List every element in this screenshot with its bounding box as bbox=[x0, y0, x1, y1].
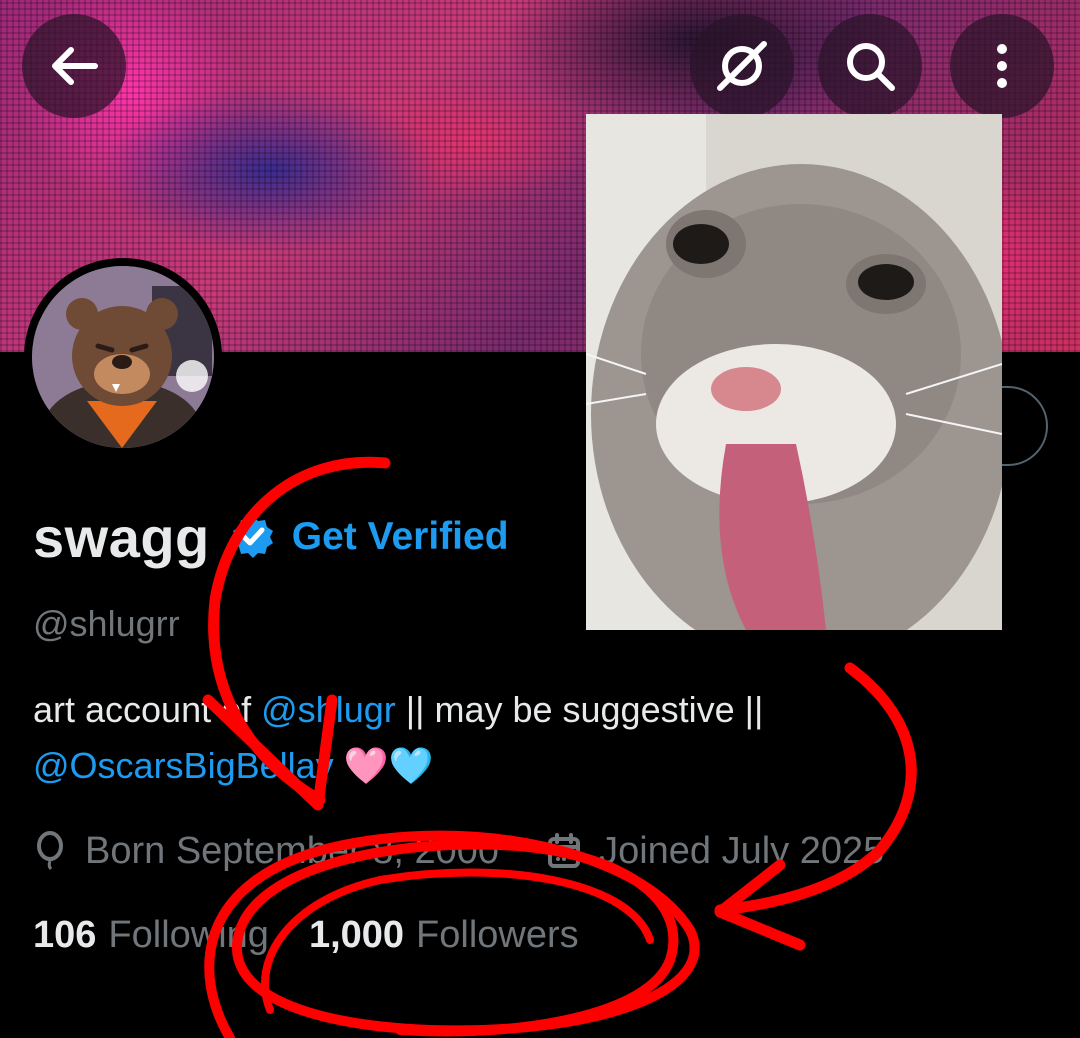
avatar-image bbox=[32, 266, 214, 448]
name-row: swagg Get Verified bbox=[33, 502, 509, 572]
profile-meta: Born September 8, 2000 Joined July 2025 bbox=[33, 826, 884, 876]
calendar-icon bbox=[548, 833, 581, 868]
avatar[interactable] bbox=[24, 258, 222, 456]
following-label: Following bbox=[108, 913, 269, 956]
followers-link[interactable]: 1,000 Followers bbox=[309, 914, 579, 957]
follow-counts: 106 Following 1,000 Followers bbox=[33, 910, 579, 960]
followers-count: 1,000 bbox=[308, 913, 405, 956]
more-icon bbox=[997, 44, 1007, 88]
joined-date: Joined July 2025 bbox=[547, 830, 884, 873]
bio-text: || may be suggestive || bbox=[395, 689, 764, 730]
joined-text: Joined July 2025 bbox=[599, 829, 885, 872]
grok-button[interactable] bbox=[690, 14, 794, 118]
following-link[interactable]: 106 Following bbox=[33, 914, 269, 957]
bio-text: art account of bbox=[33, 689, 262, 730]
cat-photo-overlay bbox=[586, 114, 1002, 630]
handle: @shlugrr bbox=[33, 603, 180, 644]
following-count: 106 bbox=[33, 913, 97, 956]
search-button[interactable] bbox=[818, 14, 922, 118]
search-icon bbox=[847, 43, 895, 91]
more-button[interactable] bbox=[950, 14, 1054, 118]
back-button[interactable] bbox=[22, 14, 126, 118]
bio-mention-oscarsbigbellay[interactable]: @OscarsBigBellay bbox=[33, 745, 334, 786]
cat-image bbox=[586, 114, 1002, 630]
balloon-icon bbox=[37, 831, 63, 871]
grok-icon bbox=[717, 41, 767, 91]
display-name: swagg bbox=[33, 505, 210, 569]
birthday-text: Born September 8, 2000 bbox=[85, 829, 500, 872]
bio-mention-shlugr[interactable]: @shlugr bbox=[261, 689, 396, 730]
followers-label: Followers bbox=[416, 913, 579, 956]
birthday: Born September 8, 2000 bbox=[33, 830, 499, 873]
verified-badge-icon bbox=[232, 516, 273, 558]
back-arrow-icon bbox=[52, 47, 98, 85]
get-verified-link[interactable]: Get Verified bbox=[292, 515, 509, 559]
bio-emoji: 🩷🩵 bbox=[343, 745, 434, 786]
bio: art account of @shlugr || may be suggest… bbox=[33, 682, 933, 794]
